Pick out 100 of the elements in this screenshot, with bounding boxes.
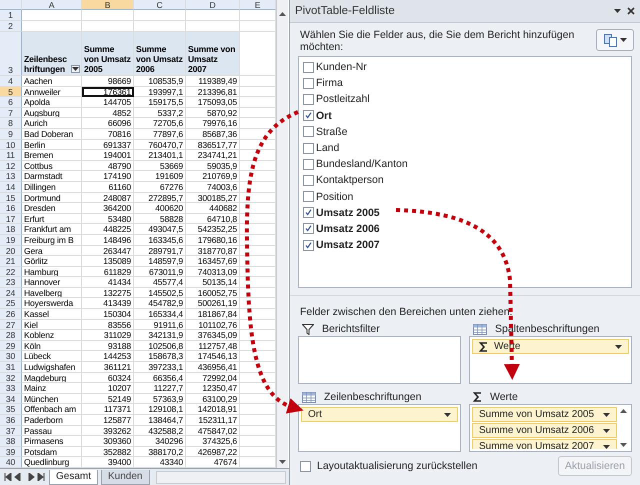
checkbox[interactable]	[303, 223, 314, 234]
checkbox[interactable]	[303, 158, 314, 170]
row-header[interactable]: 30	[0, 351, 22, 362]
row-header[interactable]: 33	[0, 383, 22, 394]
drop-area[interactable]: Summe von Umsatz 2005 Summe von Umsatz 2006 Summe von Umsatz 2007	[469, 404, 632, 452]
row-header[interactable]: 4	[0, 76, 22, 87]
row-header[interactable]: 20	[0, 246, 22, 256]
row-header[interactable]: 23	[0, 277, 22, 288]
horizontal-scrollbar[interactable]	[156, 470, 286, 484]
scroll-up-icon[interactable]	[279, 12, 286, 16]
layout-button[interactable]	[596, 29, 634, 51]
column-header[interactable]: B	[82, 0, 134, 10]
table-cell: 493047,5	[134, 224, 186, 235]
row-header[interactable]: 10	[0, 140, 22, 150]
scroll-down-icon[interactable]	[620, 443, 626, 447]
sheet-navigation-icon[interactable]	[4, 473, 46, 481]
table-cell: 91911,6	[134, 320, 186, 330]
sheet-tab[interactable]: Gesamt	[49, 470, 98, 484]
row-header[interactable]: 24	[0, 288, 22, 298]
checkbox[interactable]	[303, 174, 314, 186]
column-header[interactable]: D	[186, 0, 240, 10]
checkbox[interactable]	[303, 142, 314, 154]
field-label: Firma	[316, 77, 343, 90]
row-header[interactable]: 35	[0, 404, 22, 415]
row-header[interactable]: 9	[0, 128, 22, 140]
column-header[interactable]: C	[134, 0, 186, 10]
row-header[interactable]: 36	[0, 415, 22, 426]
close-icon[interactable]	[627, 7, 635, 15]
filter-dropdown-button[interactable]	[71, 65, 80, 73]
checkbox[interactable]	[303, 110, 314, 122]
row-header[interactable]: 17	[0, 214, 22, 224]
checkbox[interactable]	[303, 126, 314, 138]
panel-title: PivotTable-Feldliste	[295, 5, 396, 17]
table-cell: 691337	[82, 140, 134, 150]
row-header[interactable]: 2	[0, 21, 22, 32]
area-field-item[interactable]: Summe von Umsatz 2007	[472, 439, 617, 449]
table-cell: 234741,21	[186, 150, 240, 161]
table-cell: 194001	[82, 150, 134, 161]
row-header[interactable]: 13	[0, 171, 22, 182]
row-header[interactable]: 14	[0, 182, 22, 193]
row-header[interactable]: 27	[0, 320, 22, 330]
row-header[interactable]: 31	[0, 362, 22, 373]
table-cell: 58828	[134, 214, 186, 224]
table-cell: Bremen	[22, 150, 82, 161]
area-field-item[interactable]: Ort	[301, 407, 458, 422]
row-header[interactable]: 34	[0, 394, 22, 404]
row-header[interactable]: 38	[0, 436, 22, 447]
list-scrollbar[interactable]	[617, 407, 629, 449]
scroll-up-icon[interactable]	[620, 409, 626, 413]
column-header[interactable]: A	[22, 0, 82, 10]
table-cell: 400620	[134, 203, 186, 214]
area-field-item[interactable]: Summe von Umsatz 2005	[472, 407, 617, 422]
checkbox[interactable]	[300, 460, 311, 472]
row-header[interactable]: 21	[0, 256, 22, 267]
dropdown-caret-icon	[603, 412, 610, 416]
area-field-item[interactable]: Summe von Umsatz 2006	[472, 423, 617, 438]
table-cell: 48790	[82, 160, 134, 172]
table-cell: 12350,47	[186, 383, 240, 394]
drop-area[interactable]: Ort	[298, 404, 461, 452]
drop-area[interactable]: Werte	[469, 336, 632, 384]
row-header[interactable]: 37	[0, 426, 22, 436]
row-header[interactable]: 40	[0, 457, 22, 468]
row-header[interactable]: 8	[0, 118, 22, 129]
row-header[interactable]: 16	[0, 203, 22, 214]
row-header[interactable]: 29	[0, 340, 22, 352]
row-header[interactable]: 12	[0, 160, 22, 172]
table-cell: 50135,14	[186, 277, 240, 288]
field-label: Ort	[316, 110, 332, 122]
checkbox[interactable]	[303, 240, 314, 251]
table-cell: Koblenz	[22, 330, 82, 341]
row-header[interactable]: 25	[0, 298, 22, 310]
row-header[interactable]: 39	[0, 446, 22, 458]
checkbox[interactable]	[303, 207, 314, 218]
row-header[interactable]: 11	[0, 150, 22, 161]
scroll-down-icon[interactable]	[279, 460, 286, 464]
table-cell: 53669	[134, 160, 186, 172]
row-header[interactable]: 28	[0, 330, 22, 341]
column-header[interactable]: E	[240, 0, 276, 10]
area-field-item[interactable]: Werte	[472, 339, 629, 354]
sheet-tab[interactable]: Kunden	[101, 470, 150, 484]
row-header[interactable]: 32	[0, 372, 22, 384]
row-header[interactable]: 5	[0, 86, 22, 98]
row-header[interactable]: 18	[0, 224, 22, 235]
checkbox[interactable]	[303, 62, 314, 73]
table-cell: Bad Doberan	[22, 128, 82, 140]
row-header[interactable]: 3	[0, 32, 22, 76]
checkbox[interactable]	[303, 78, 314, 89]
row-header[interactable]: 22	[0, 266, 22, 278]
checkbox[interactable]	[303, 191, 314, 202]
table-cell: 101102,76	[186, 320, 240, 330]
row-header[interactable]: 19	[0, 234, 22, 246]
table-cell: Offenbach am	[22, 404, 82, 415]
row-header[interactable]: 6	[0, 97, 22, 108]
row-header[interactable]: 7	[0, 108, 22, 118]
vertical-scrollbar[interactable]	[276, 0, 288, 468]
row-header[interactable]: 26	[0, 309, 22, 320]
checkbox[interactable]	[303, 94, 314, 105]
row-header[interactable]: 15	[0, 192, 22, 204]
table-cell: 176361	[82, 86, 134, 98]
row-header[interactable]: 1	[0, 10, 22, 21]
